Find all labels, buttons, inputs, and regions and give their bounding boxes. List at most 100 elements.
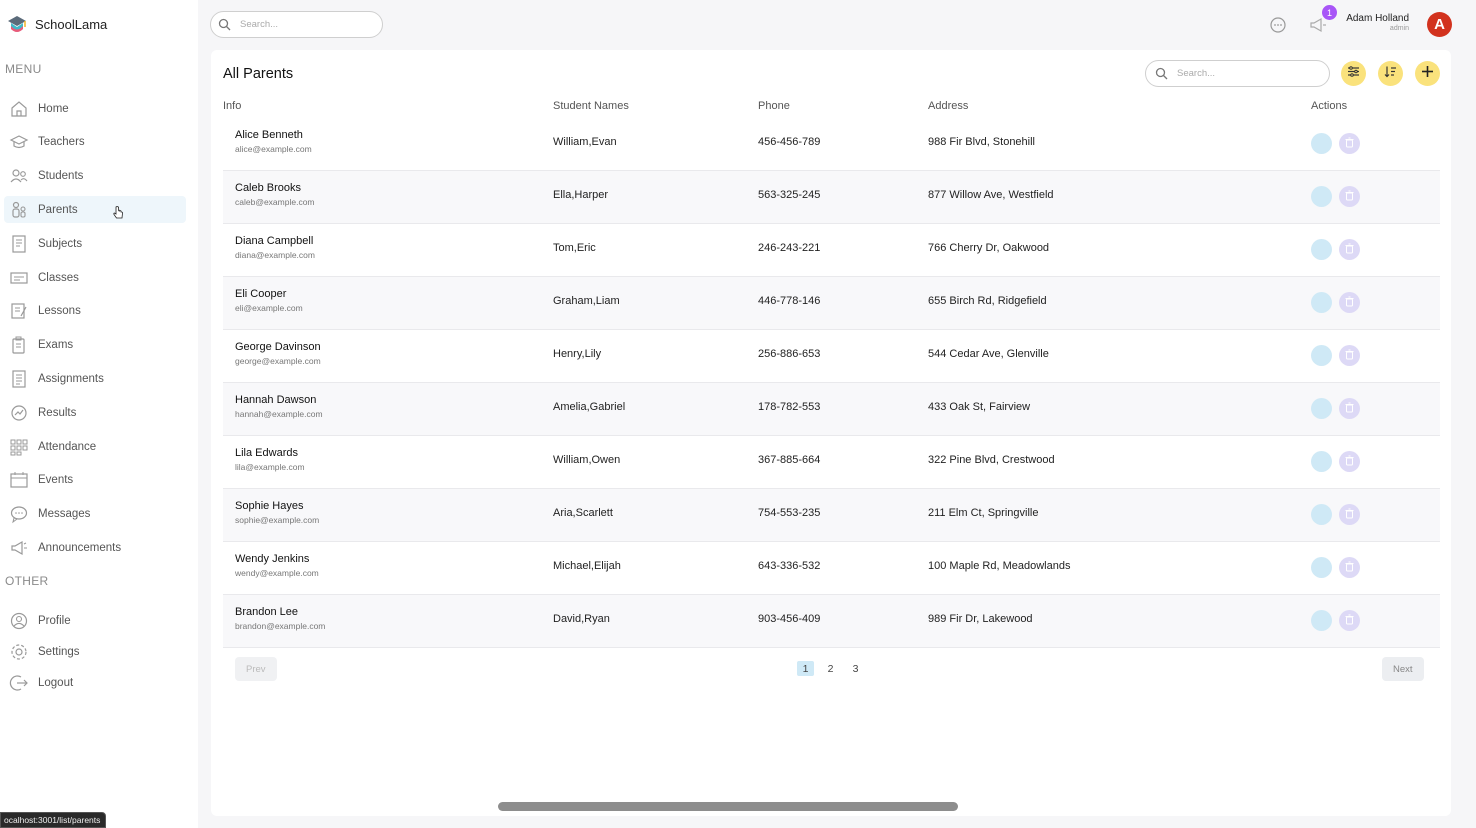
- prev-page-button[interactable]: Prev: [235, 657, 277, 681]
- table-row: Eli Cooper eli@example.com Graham,Liam 446-…: [223, 277, 1440, 330]
- exam-icon: [9, 335, 29, 355]
- next-page-button[interactable]: Next: [1382, 657, 1424, 681]
- view-button[interactable]: [1311, 239, 1332, 260]
- assignment-icon: [9, 369, 29, 389]
- trash-icon: [1344, 559, 1355, 577]
- sidebar-item-classes[interactable]: Classes: [4, 264, 186, 291]
- trash-icon: [1344, 612, 1355, 630]
- table-row: Diana Campbell diana@example.com Tom,Eric 2…: [223, 224, 1440, 277]
- delete-button[interactable]: [1339, 451, 1360, 472]
- parent-email: lila@example.com: [235, 462, 305, 472]
- avatar[interactable]: A: [1427, 12, 1452, 37]
- sidebar-item-parents[interactable]: Parents: [4, 196, 186, 224]
- parent-email: eli@example.com: [235, 303, 303, 313]
- home-icon: [9, 99, 29, 119]
- filter-button[interactable]: [1341, 61, 1366, 86]
- page-3-button[interactable]: 3: [847, 661, 864, 676]
- view-button[interactable]: [1311, 398, 1332, 419]
- sidebar-item-label: Parents: [38, 203, 78, 216]
- trash-icon: [1344, 241, 1355, 259]
- sidebar-item-label: Results: [38, 406, 77, 419]
- table-search-input[interactable]: [1177, 68, 1317, 79]
- sidebar-item-announcements[interactable]: Announcements: [4, 534, 186, 561]
- app-name: SchoolLama: [35, 16, 108, 32]
- sidebar-item-students[interactable]: Students: [4, 163, 186, 190]
- sidebar-item-teachers[interactable]: Teachers: [4, 129, 186, 156]
- delete-button[interactable]: [1339, 504, 1360, 525]
- address: 655 Birch Rd, Ridgefield: [928, 295, 1047, 307]
- sidebar-item-attendance[interactable]: Attendance: [4, 433, 186, 460]
- page-2-button[interactable]: 2: [822, 661, 839, 676]
- sidebar-item-results[interactable]: Results: [4, 399, 186, 426]
- delete-button[interactable]: [1339, 239, 1360, 260]
- sidebar-item-events[interactable]: Events: [4, 467, 186, 494]
- sidebar-item-label: Home: [38, 102, 69, 115]
- parents-panel: All Parents Info Student Names Phone Add…: [211, 50, 1451, 816]
- search-icon: [1155, 67, 1168, 80]
- sidebar-item-label: Events: [38, 474, 74, 487]
- table-header: Info Student Names Phone Address Actions: [223, 94, 1440, 118]
- sidebar-item-assignments[interactable]: Assignments: [4, 365, 186, 392]
- delete-button[interactable]: [1339, 133, 1360, 154]
- delete-button[interactable]: [1339, 610, 1360, 631]
- student-names: William,Evan: [553, 136, 617, 148]
- view-button[interactable]: [1311, 186, 1332, 207]
- view-button[interactable]: [1311, 345, 1332, 366]
- sidebar-item-label: Attendance: [38, 440, 97, 453]
- message-icon: [9, 504, 29, 524]
- user-role: admin: [1389, 25, 1409, 32]
- horizontal-scrollbar[interactable]: [498, 802, 958, 811]
- sort-button[interactable]: [1378, 61, 1403, 86]
- view-button[interactable]: [1311, 610, 1332, 631]
- student-names: David,Ryan: [553, 613, 610, 625]
- sidebar-item-home[interactable]: Home: [4, 95, 186, 122]
- sidebar-item-label: Messages: [38, 508, 91, 521]
- student-names: Graham,Liam: [553, 295, 620, 307]
- view-button[interactable]: [1311, 557, 1332, 578]
- sidebar-item-settings[interactable]: Settings: [4, 638, 186, 665]
- sidebar-item-label: Logout: [38, 676, 74, 689]
- notification-badge: 1: [1322, 5, 1337, 20]
- table-row: Brandon Lee brandon@example.com David,Ryan…: [223, 595, 1440, 648]
- delete-button[interactable]: [1339, 186, 1360, 207]
- table-search-box[interactable]: [1145, 60, 1330, 87]
- page-1-button[interactable]: 1: [797, 661, 814, 676]
- user-name: Adam Holland: [1346, 13, 1409, 24]
- sort-icon: [1384, 65, 1397, 83]
- trash-icon: [1344, 135, 1355, 153]
- student-names: Henry,Lily: [553, 348, 602, 360]
- sidebar-item-label: Settings: [38, 645, 80, 658]
- delete-button[interactable]: [1339, 292, 1360, 313]
- view-button[interactable]: [1311, 133, 1332, 154]
- delete-button[interactable]: [1339, 557, 1360, 578]
- column-header-info: Info: [223, 100, 242, 112]
- parent-name: Wendy Jenkins: [235, 553, 310, 565]
- sidebar-item-profile[interactable]: Profile: [4, 607, 186, 634]
- sidebar-item-lessons[interactable]: Lessons: [4, 298, 186, 325]
- sidebar-item-messages[interactable]: Messages: [4, 501, 186, 528]
- sidebar-item-subjects[interactable]: Subjects: [4, 230, 186, 257]
- sidebar-item-label: Classes: [38, 271, 79, 284]
- messages-icon[interactable]: [1269, 16, 1287, 34]
- delete-button[interactable]: [1339, 345, 1360, 366]
- logo-icon: [6, 12, 28, 36]
- view-button[interactable]: [1311, 292, 1332, 313]
- parent-name: Hannah Dawson: [235, 394, 317, 406]
- student-icon: [9, 166, 29, 186]
- sidebar-item-exams[interactable]: Exams: [4, 332, 186, 359]
- address: 433 Oak St, Fairview: [928, 401, 1031, 413]
- global-search-input[interactable]: [240, 19, 370, 30]
- brand[interactable]: SchoolLama: [6, 12, 107, 36]
- view-button[interactable]: [1311, 451, 1332, 472]
- table-row: Caleb Brooks caleb@example.com Ella,Harper…: [223, 171, 1440, 224]
- view-button[interactable]: [1311, 504, 1332, 525]
- sidebar-item-label: Profile: [38, 614, 71, 627]
- global-search-box[interactable]: [210, 11, 383, 38]
- delete-button[interactable]: [1339, 398, 1360, 419]
- phone-number: 178-782-553: [758, 401, 821, 413]
- sidebar-item-logout[interactable]: Logout: [4, 669, 186, 696]
- parent-email: brandon@example.com: [235, 621, 326, 631]
- parent-name: Brandon Lee: [235, 606, 298, 618]
- announcement-icon: [9, 538, 29, 558]
- add-parent-button[interactable]: [1415, 61, 1440, 86]
